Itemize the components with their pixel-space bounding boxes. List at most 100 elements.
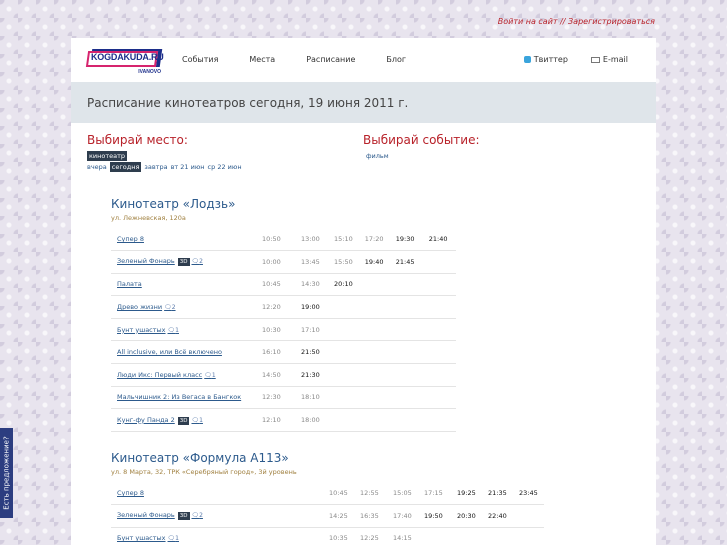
event-tag[interactable]: фильм: [363, 151, 392, 161]
nav-schedule[interactable]: Расписание: [306, 55, 355, 64]
film-link[interactable]: Зеленый Фонарь 3D 🗨2: [111, 504, 323, 528]
day-tue[interactable]: вт 21 июн: [171, 163, 205, 171]
showtime[interactable]: 12:20: [256, 295, 295, 319]
film-link[interactable]: Кунг-фу Панда 2 3D 🗨1: [111, 408, 256, 432]
showtime[interactable]: 20:30: [451, 504, 482, 528]
comments-count[interactable]: 🗨1: [204, 372, 215, 379]
showtime[interactable]: 12:55: [354, 482, 387, 506]
showtime: [358, 318, 390, 342]
film-title[interactable]: Кунг-фу Панда 2: [117, 416, 175, 424]
showtime[interactable]: 14:15: [387, 527, 418, 545]
film-link[interactable]: Супер 8: [111, 228, 256, 252]
comments-count[interactable]: 🗨1: [191, 417, 202, 424]
showtime[interactable]: 10:30: [256, 318, 295, 342]
showtime[interactable]: 23:45: [513, 482, 544, 506]
showtime[interactable]: 10:45: [323, 482, 354, 506]
showtime[interactable]: 15:05: [387, 482, 418, 506]
showtime[interactable]: 19:50: [418, 504, 451, 528]
film-title[interactable]: Бунт ушастых: [117, 534, 166, 542]
showtime[interactable]: 19:40: [358, 250, 390, 274]
showtime[interactable]: 10:45: [256, 273, 295, 297]
showtime[interactable]: 21:35: [482, 482, 513, 506]
film-link[interactable]: Древо жизни 🗨2: [111, 295, 256, 319]
day-tomorrow[interactable]: завтра: [144, 163, 167, 171]
film-link[interactable]: Бунт ушастых 🗨1: [111, 527, 323, 545]
showtime[interactable]: 17:40: [387, 504, 418, 528]
showtime[interactable]: 18:10: [295, 386, 328, 410]
film-link[interactable]: Палата: [111, 273, 256, 297]
day-yesterday[interactable]: вчера: [87, 163, 107, 171]
place-tag[interactable]: кинотеатр: [87, 151, 128, 161]
email-link[interactable]: E-mail: [603, 55, 628, 64]
showtime[interactable]: 17:10: [295, 318, 328, 342]
film-link[interactable]: Супер 8: [111, 482, 323, 506]
film-title[interactable]: Палата: [117, 280, 142, 288]
showtime[interactable]: 21:30: [295, 363, 328, 387]
comments-count[interactable]: 🗨1: [168, 327, 179, 334]
showtime[interactable]: 15:50: [328, 250, 359, 274]
film-title[interactable]: Супер 8: [117, 235, 144, 243]
film-title[interactable]: Люди Икс: Первый класс: [117, 371, 202, 379]
showtime[interactable]: 21:50: [295, 340, 328, 365]
nav-places[interactable]: Места: [249, 55, 275, 64]
showtime[interactable]: 15:10: [328, 228, 359, 252]
showtime[interactable]: 16:35: [354, 504, 387, 528]
showtime[interactable]: 12:25: [354, 527, 387, 545]
film-title[interactable]: Древо жизни: [117, 303, 162, 311]
comments-count[interactable]: 🗨2: [164, 304, 175, 311]
site-logo[interactable]: KOGDAKUDA.RU IVANOVO: [85, 47, 164, 77]
film-title[interactable]: Супер 8: [117, 489, 144, 497]
showtime[interactable]: 12:30: [256, 386, 295, 410]
showtime[interactable]: 18:00: [295, 408, 328, 432]
film-title[interactable]: Зеленый Фонарь: [117, 511, 175, 519]
login-link[interactable]: Войти на сайт: [498, 17, 558, 26]
film-title[interactable]: All inclusive, или Всё включено: [117, 348, 222, 356]
showtime[interactable]: 13:00: [295, 228, 328, 252]
day-wed[interactable]: ср 22 июн: [208, 163, 242, 171]
film-link[interactable]: Бунт ушастых 🗨1: [111, 318, 256, 342]
showtime[interactable]: 10:35: [323, 527, 354, 545]
film-link[interactable]: Люди Икс: Первый класс 🗨1: [111, 363, 256, 387]
comments-count[interactable]: 🗨1: [168, 535, 179, 542]
showtime: [482, 527, 513, 545]
mail-icon: [590, 56, 600, 63]
cinema-title[interactable]: Кинотеатр «Формула А113»: [111, 451, 544, 465]
showtime: [328, 408, 359, 432]
showtime[interactable]: 19:00: [295, 295, 328, 319]
showtime[interactable]: 17:20: [358, 228, 390, 252]
cinema-title[interactable]: Кинотеатр «Лодзь»: [111, 197, 456, 211]
film-title[interactable]: Бунт ушастых: [117, 326, 166, 334]
day-today[interactable]: сегодня: [109, 162, 142, 172]
showtime[interactable]: 16:10: [256, 340, 295, 365]
showtime[interactable]: 10:00: [256, 250, 295, 274]
showtime[interactable]: 14:25: [323, 504, 354, 528]
feedback-tab[interactable]: Есть предложение?: [0, 428, 13, 518]
film-link[interactable]: All inclusive, или Всё включено: [111, 340, 256, 365]
showtime[interactable]: 17:15: [418, 482, 451, 506]
showtime: [358, 295, 390, 319]
comments-count[interactable]: 🗨2: [192, 512, 203, 519]
showtime: [389, 273, 423, 297]
showtime[interactable]: 22:40: [482, 504, 513, 528]
showtime[interactable]: 14:30: [295, 273, 328, 297]
register-link[interactable]: Зарегистрироваться: [568, 17, 655, 26]
showtime[interactable]: 20:10: [328, 273, 359, 297]
showtime[interactable]: 19:30: [389, 228, 423, 252]
showtime[interactable]: 12:10: [256, 408, 295, 432]
twitter-link[interactable]: Твиттер: [534, 55, 568, 64]
showtime[interactable]: 21:40: [422, 228, 456, 252]
nav-blog[interactable]: Блог: [386, 55, 406, 64]
film-title[interactable]: Зеленый Фонарь: [117, 257, 175, 265]
film-link[interactable]: Зеленый Фонарь 3D 🗨2: [111, 250, 256, 274]
showtime[interactable]: 13:45: [295, 250, 328, 274]
film-link[interactable]: Мальчишник 2: Из Вегаса в Бангкок: [111, 386, 256, 410]
nav-events[interactable]: События: [182, 55, 218, 64]
comments-count[interactable]: 🗨2: [192, 258, 203, 265]
showtime[interactable]: 19:25: [451, 482, 482, 506]
showtime[interactable]: 21:45: [389, 250, 423, 274]
auth-separator: //: [557, 17, 569, 26]
film-title[interactable]: Мальчишник 2: Из Вегаса в Бангкок: [117, 393, 241, 401]
showtime-row: Древо жизни 🗨2 12:20 19:00: [111, 295, 456, 319]
showtime[interactable]: 10:50: [256, 228, 295, 252]
showtime[interactable]: 14:50: [256, 363, 295, 387]
